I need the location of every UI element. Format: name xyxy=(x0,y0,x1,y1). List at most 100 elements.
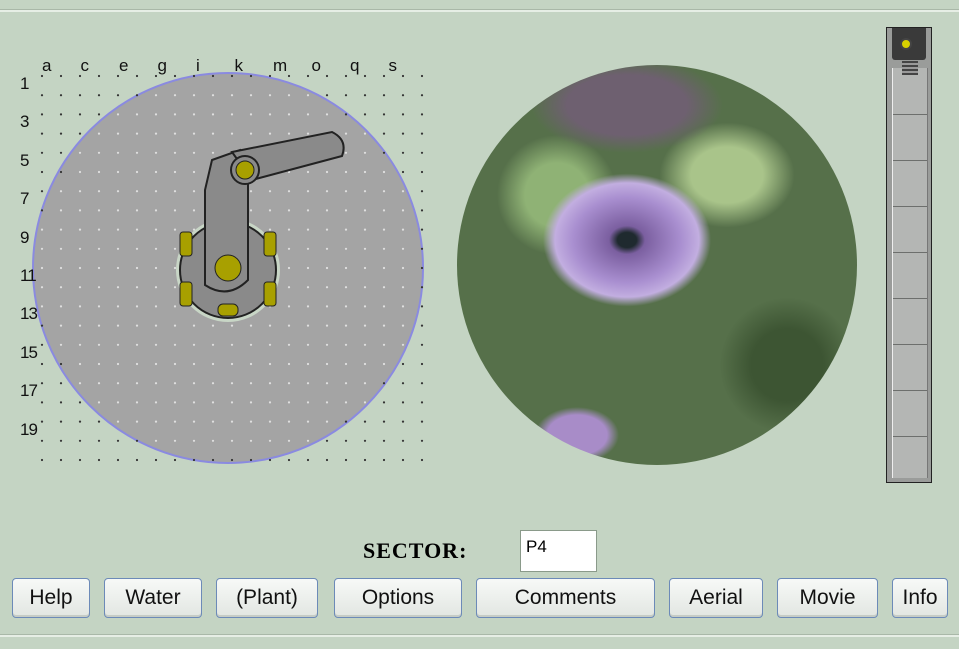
grid-dot xyxy=(40,190,44,193)
grid-dot xyxy=(325,74,329,78)
grid-dot xyxy=(78,247,82,250)
grid-dot xyxy=(78,170,82,174)
grid-dot xyxy=(382,190,386,193)
grid-dot xyxy=(40,94,44,97)
grid-dot xyxy=(401,343,405,346)
grid-dot xyxy=(325,420,329,423)
grid-dot xyxy=(154,151,158,154)
grid-dot xyxy=(420,94,424,97)
grid-dot xyxy=(40,286,44,289)
sector-grid-map[interactable] xyxy=(0,0,450,480)
grid-dot xyxy=(382,382,386,385)
grid-dot xyxy=(211,343,215,346)
grid-dot xyxy=(230,439,234,442)
grid-dot xyxy=(78,401,82,404)
grid-dot xyxy=(420,74,424,78)
grid-dot xyxy=(97,382,101,385)
sector-input[interactable]: P4 xyxy=(520,530,597,572)
grid-dot xyxy=(325,382,329,385)
grid-dot xyxy=(192,458,196,462)
grid-dot xyxy=(40,132,44,135)
grid-dot xyxy=(325,228,329,231)
grid-dot xyxy=(97,228,101,231)
grid-dot xyxy=(287,305,291,308)
grid-dot xyxy=(154,170,158,174)
grid-dot xyxy=(173,382,177,385)
grid-dot xyxy=(173,266,177,270)
grid-dot xyxy=(306,420,310,423)
grid-dot xyxy=(306,458,310,462)
grid-dot xyxy=(59,113,63,116)
grid-dot xyxy=(382,94,386,97)
grid-dot xyxy=(59,151,63,154)
grid-dot xyxy=(401,113,405,116)
grid-dot xyxy=(420,151,424,154)
row-label: 7 xyxy=(20,189,30,209)
row-label: 13 xyxy=(20,304,38,324)
grid-dot xyxy=(249,190,253,193)
grid-dot xyxy=(154,382,158,385)
column-label: s xyxy=(388,56,398,75)
grid-dot xyxy=(40,113,44,116)
grid-dot xyxy=(382,458,386,462)
grid-dot xyxy=(420,382,424,385)
grid-dot xyxy=(268,113,272,116)
grid-dot xyxy=(173,247,177,250)
movie-button[interactable]: Movie xyxy=(777,578,878,618)
help-button[interactable]: Help xyxy=(12,578,90,618)
slider-thumb[interactable] xyxy=(892,28,926,60)
grid-dot xyxy=(40,228,44,231)
grid-dot xyxy=(401,305,405,308)
grid-dot xyxy=(116,266,120,270)
grid-dot xyxy=(135,458,139,462)
grid-dot xyxy=(135,247,139,250)
grid-dot xyxy=(306,324,310,327)
grid-dot xyxy=(382,362,386,366)
grid-dot xyxy=(135,362,139,366)
row-label: 9 xyxy=(20,227,30,247)
grid-dot xyxy=(363,247,367,250)
grid-dot xyxy=(420,324,424,327)
grid-dot xyxy=(249,420,253,423)
grid-dot xyxy=(78,286,82,289)
grid-dot xyxy=(363,266,367,270)
grid-dot xyxy=(230,458,234,462)
grid-dot xyxy=(135,439,139,442)
grid-dot xyxy=(59,132,63,135)
grid-dot xyxy=(287,94,291,97)
grid-dot xyxy=(268,401,272,404)
column-label: m xyxy=(273,56,288,75)
column-label: o xyxy=(311,56,321,75)
comments-button[interactable]: Comments xyxy=(476,578,655,618)
grid-dot xyxy=(59,305,63,308)
grid-dot xyxy=(59,458,63,462)
grid-dot xyxy=(287,209,291,212)
slider-track[interactable] xyxy=(892,68,928,478)
grid-dot xyxy=(78,94,82,97)
water-button[interactable]: Water xyxy=(104,578,202,618)
grid-dot xyxy=(363,362,367,366)
grid-dot xyxy=(249,458,253,462)
plant-button[interactable]: (Plant) xyxy=(216,578,318,618)
vertical-slider[interactable] xyxy=(886,27,932,483)
grid-dot xyxy=(363,209,367,212)
slider-tick xyxy=(893,390,927,391)
plant-photo xyxy=(457,65,857,465)
knob-icon xyxy=(900,38,912,50)
grid-dot xyxy=(59,362,63,366)
grid-dot xyxy=(401,286,405,289)
grid-dot xyxy=(78,362,82,366)
grid-dot xyxy=(268,458,272,462)
grid-dot xyxy=(344,266,348,270)
info-button[interactable]: Info xyxy=(892,578,948,618)
grid-dot xyxy=(401,132,405,135)
grid-dot xyxy=(363,401,367,404)
aerial-button[interactable]: Aerial xyxy=(669,578,763,618)
grid-dot xyxy=(78,305,82,308)
grid-dot xyxy=(268,132,272,135)
grid-dot xyxy=(230,113,234,116)
options-button[interactable]: Options xyxy=(334,578,462,618)
grid-dot xyxy=(154,401,158,404)
grid-dot xyxy=(249,439,253,442)
grid-dot xyxy=(97,209,101,212)
